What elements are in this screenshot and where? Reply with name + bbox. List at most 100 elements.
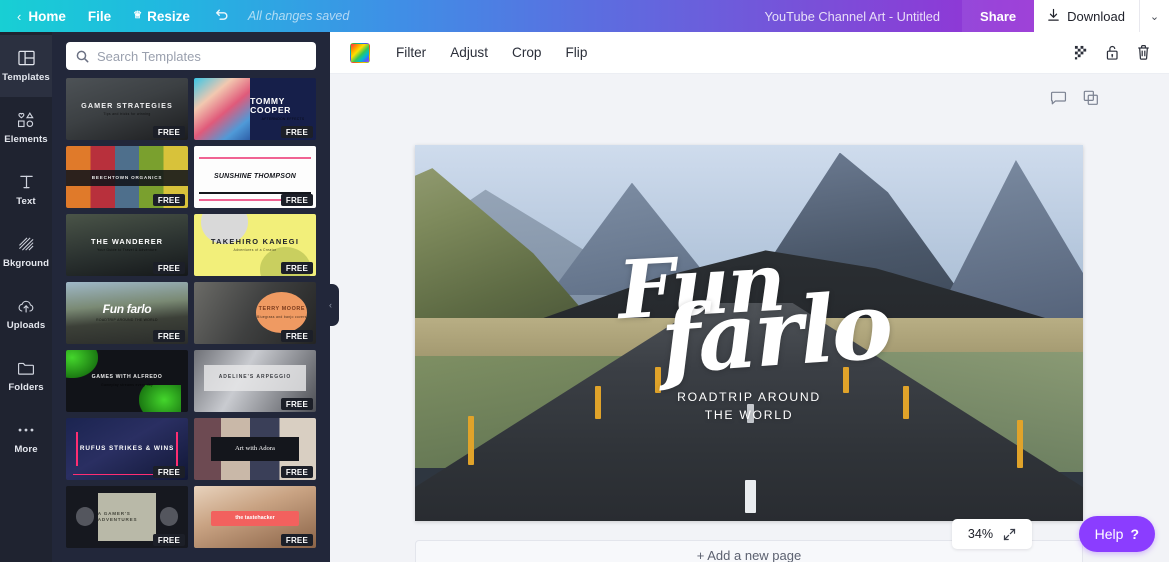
template-photo bbox=[194, 78, 250, 140]
file-menu-button[interactable]: File bbox=[77, 0, 122, 32]
sidebar-item-text[interactable]: Text bbox=[0, 159, 52, 221]
photo-roadside-post bbox=[595, 386, 601, 420]
template-card[interactable]: TERRY MOORE Bluegrass and banjo covers F… bbox=[194, 282, 316, 344]
comment-icon[interactable] bbox=[1050, 91, 1067, 111]
share-button[interactable]: Share bbox=[962, 0, 1034, 32]
photo-roadside-post bbox=[655, 367, 661, 393]
template-subtitle: AFTERNOON EFFECTS bbox=[262, 117, 305, 121]
templates-icon bbox=[18, 49, 35, 67]
sidebar-label-folders: Folders bbox=[8, 382, 43, 393]
template-subtitle: ROADTRIP AROUND THE WORLD bbox=[96, 318, 158, 322]
back-chevron-icon: ‹ bbox=[17, 9, 21, 24]
sidebar-item-elements[interactable]: Elements bbox=[0, 97, 52, 159]
photo-road-marking bbox=[745, 480, 756, 514]
free-badge: FREE bbox=[281, 466, 313, 478]
background-icon bbox=[18, 235, 35, 253]
crown-icon: ♕ bbox=[133, 11, 142, 21]
download-button[interactable]: Download bbox=[1034, 0, 1139, 32]
template-title: TERRY MOORE bbox=[259, 306, 305, 312]
resize-label: Resize bbox=[147, 9, 190, 24]
free-badge: FREE bbox=[281, 398, 313, 410]
transparency-icon[interactable] bbox=[1074, 45, 1089, 60]
expand-icon[interactable] bbox=[1003, 528, 1016, 541]
save-status: All changes saved bbox=[248, 9, 349, 23]
template-title: Art with Adora bbox=[235, 445, 275, 453]
design-canvas[interactable]: Fun farlo ROADTRIP AROUND THE WORLD bbox=[415, 145, 1083, 521]
canva-editor-window: ‹ Home File ♕ Resize All changes saved Y… bbox=[0, 0, 1169, 562]
crop-button[interactable]: Crop bbox=[500, 45, 553, 60]
free-badge: FREE bbox=[153, 466, 185, 478]
template-title: TOMMY COOPER bbox=[250, 97, 316, 115]
more-icon bbox=[17, 421, 35, 439]
image-toolbar: Filter Adjust Crop Flip bbox=[330, 32, 1169, 74]
template-subtitle: Your Guide to Travel & Adventure bbox=[97, 248, 157, 252]
color-swatch-icon[interactable] bbox=[350, 43, 370, 63]
duplicate-icon[interactable] bbox=[1083, 90, 1099, 111]
templates-panel: GAMER STRATEGIES Tips and tricks for win… bbox=[52, 32, 330, 562]
free-badge: FREE bbox=[153, 126, 185, 138]
free-badge: FREE bbox=[281, 330, 313, 342]
top-bar: ‹ Home File ♕ Resize All changes saved Y… bbox=[0, 0, 1169, 32]
undo-icon[interactable] bbox=[201, 7, 242, 25]
trash-icon[interactable] bbox=[1136, 44, 1151, 61]
template-title: Fun farlo bbox=[103, 304, 152, 315]
template-title: GAMES WITH ALFREDO bbox=[92, 375, 163, 381]
help-button[interactable]: Help ? bbox=[1079, 516, 1155, 552]
top-bar-right: YouTube Channel Art - Untitled Share Dow… bbox=[765, 0, 1169, 32]
resize-button[interactable]: ♕ Resize bbox=[122, 0, 201, 32]
free-badge: FREE bbox=[281, 194, 313, 206]
free-badge: FREE bbox=[153, 262, 185, 274]
download-icon bbox=[1047, 8, 1060, 25]
template-title: THE WANDERER bbox=[91, 238, 163, 247]
free-badge: FREE bbox=[153, 534, 185, 546]
photo-roadside-post bbox=[843, 367, 849, 393]
text-icon bbox=[19, 173, 34, 191]
template-title: TAKEHIRO KANEGI bbox=[211, 238, 299, 247]
photo-road-marking bbox=[747, 404, 754, 423]
zoom-control[interactable]: 34% bbox=[952, 519, 1032, 549]
free-badge: FREE bbox=[153, 194, 185, 206]
sidebar-item-background[interactable]: Bkground bbox=[0, 221, 52, 283]
filter-button[interactable]: Filter bbox=[384, 45, 438, 60]
adjust-button[interactable]: Adjust bbox=[438, 45, 500, 60]
search-box[interactable] bbox=[66, 42, 316, 70]
template-card[interactable]: Art with Adora FREE bbox=[194, 418, 316, 480]
template-card[interactable]: ADELINE'S ARPEGGIO FREE bbox=[194, 350, 316, 412]
file-label: File bbox=[88, 9, 111, 24]
sidebar-item-templates[interactable]: Templates bbox=[0, 35, 52, 97]
template-card[interactable]: the tastehacker FREE bbox=[194, 486, 316, 548]
home-button[interactable]: ‹ Home bbox=[0, 0, 77, 32]
template-card[interactable]: GAMES WITH ALFREDO Gameplay streams ever… bbox=[66, 350, 188, 412]
editor-area: Filter Adjust Crop Flip bbox=[330, 32, 1169, 562]
template-card[interactable]: SUNSHINE THOMPSON FREE bbox=[194, 146, 316, 208]
template-card[interactable]: THE WANDERER Your Guide to Travel & Adve… bbox=[66, 214, 188, 276]
free-badge: FREE bbox=[281, 534, 313, 546]
help-label: Help bbox=[1095, 526, 1124, 542]
document-title[interactable]: YouTube Channel Art - Untitled bbox=[765, 9, 962, 24]
sidebar-item-uploads[interactable]: Uploads bbox=[0, 283, 52, 345]
template-card[interactable]: Fun farlo ROADTRIP AROUND THE WORLD FREE bbox=[66, 282, 188, 344]
template-card[interactable]: TAKEHIRO KANEGI Adventures of a Creator … bbox=[194, 214, 316, 276]
template-subtitle: Tips and tricks for winning bbox=[103, 112, 150, 116]
template-title: GAMER STRATEGIES bbox=[81, 102, 173, 110]
sidebar-item-more[interactable]: More bbox=[0, 407, 52, 469]
template-title: BEECHTOWN ORGANICS bbox=[92, 175, 162, 180]
image-toolbar-right bbox=[1074, 44, 1155, 61]
template-card[interactable]: BEECHTOWN ORGANICS FREE bbox=[66, 146, 188, 208]
download-caret-icon[interactable]: ⌄ bbox=[1139, 0, 1169, 32]
zoom-level-label: 34% bbox=[968, 527, 993, 541]
template-card[interactable]: RUFUS STRIKES & WINS FREE bbox=[66, 418, 188, 480]
template-card[interactable]: GAMER STRATEGIES Tips and tricks for win… bbox=[66, 78, 188, 140]
search-input[interactable] bbox=[97, 49, 306, 64]
sidebar-item-folders[interactable]: Folders bbox=[0, 345, 52, 407]
search-icon bbox=[76, 50, 89, 63]
template-card[interactable]: TOMMY COOPER AFTERNOON EFFECTS FREE bbox=[194, 78, 316, 140]
panel-collapse-button[interactable]: ‹ bbox=[322, 284, 339, 326]
lock-open-icon[interactable] bbox=[1105, 44, 1120, 61]
photo-roadside-post bbox=[903, 386, 909, 420]
flip-button[interactable]: Flip bbox=[553, 45, 599, 60]
template-grid: GAMER STRATEGIES Tips and tricks for win… bbox=[52, 78, 330, 548]
canvas-area: Fun farlo ROADTRIP AROUND THE WORLD bbox=[330, 74, 1169, 529]
template-card[interactable]: A GAMER'S ADVENTURES FREE bbox=[66, 486, 188, 548]
left-sidebar-rail: Templates Elements Text bbox=[0, 32, 52, 562]
